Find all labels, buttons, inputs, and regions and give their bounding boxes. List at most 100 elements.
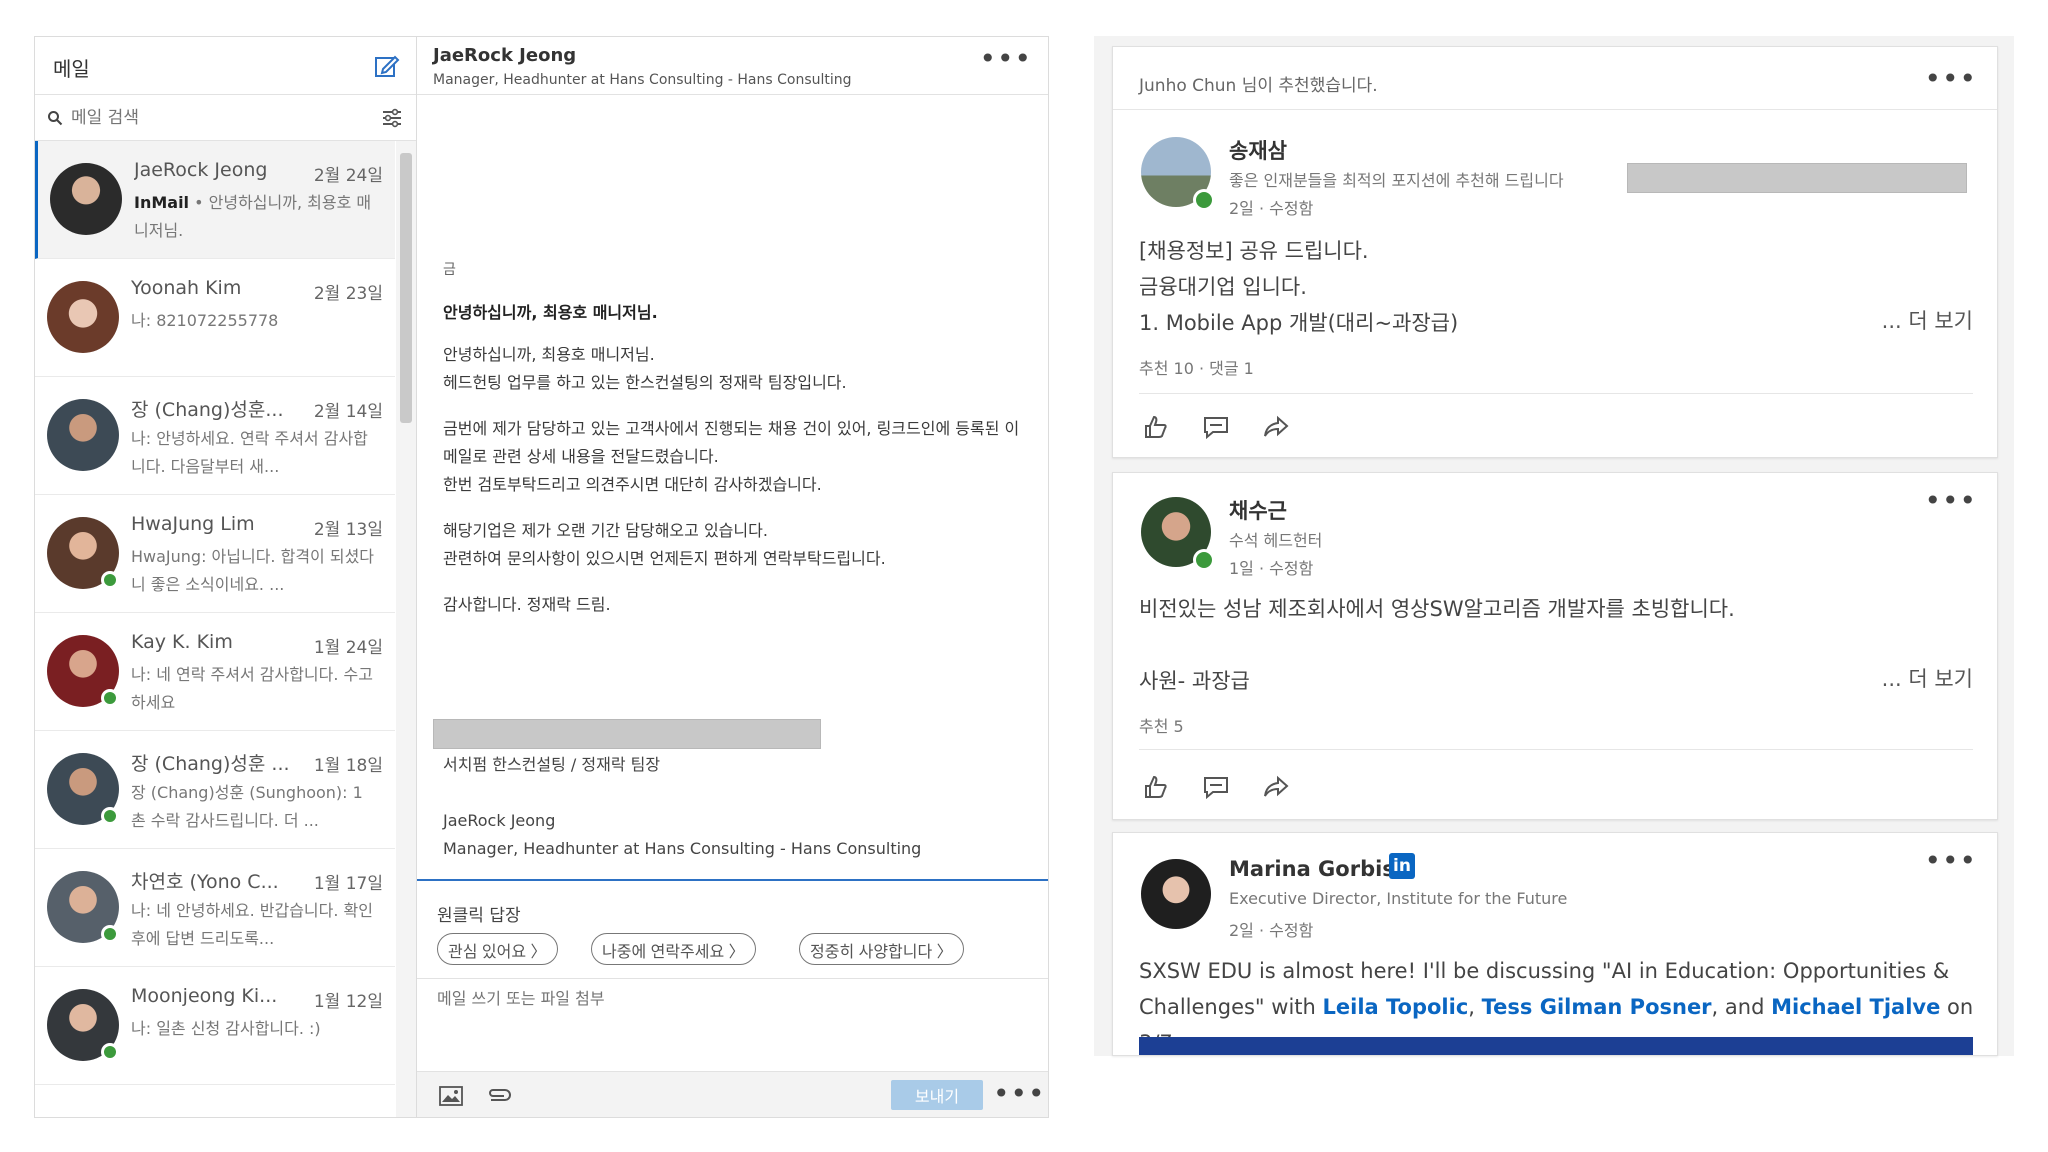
scroll-thumb[interactable]: [400, 153, 412, 423]
paperclip-icon[interactable]: [485, 1086, 513, 1106]
detail-header: JaeRock Jeong Manager, Headhunter at Han…: [417, 37, 1048, 95]
comment-icon[interactable]: [1203, 415, 1229, 439]
conversation-item[interactable]: 장 (Chang)성훈 ... 1월 18일 장 (Chang)성훈 (Sung…: [35, 731, 395, 849]
share-icon[interactable]: [1263, 775, 1289, 799]
conversation-item[interactable]: 장 (Chang)성훈... 2월 14일 나: 안녕하세요. 연락 주셔서 감…: [35, 377, 395, 495]
conversation-name: Yoonah Kim: [131, 277, 242, 299]
conversation-name: Kay K. Kim: [131, 631, 233, 653]
message-paragraph: 안녕하십니까, 최용호 매니저님. 헤드헌팅 업무를 하고 있는 한스컨설팅의 …: [443, 345, 847, 392]
compose-more-icon[interactable]: •••: [993, 1080, 1046, 1108]
post-stats[interactable]: 추천 10 · 댓글 1: [1139, 355, 1254, 379]
conversation-item[interactable]: HwaJung Lim 2월 13일 HwaJung: 아닙니다. 합격이 되셨…: [35, 495, 395, 613]
post-stats[interactable]: 추천 5: [1139, 713, 1184, 737]
post-author[interactable]: 채수근: [1229, 495, 1287, 525]
conversation-name: 장 (Chang)성훈...: [131, 399, 284, 421]
conversation-item[interactable]: Yoonah Kim 2월 23일 나: 821072255778: [35, 259, 395, 377]
search-icon: [48, 111, 63, 126]
quick-reply-later[interactable]: 나중에 연락주세요 〉: [591, 933, 756, 965]
post-text-segment: ,: [1468, 995, 1482, 1019]
search-bar: [35, 95, 416, 141]
divider: [1113, 109, 1997, 110]
online-status-icon: [101, 1043, 119, 1061]
see-more-link[interactable]: ... 더 보기: [1882, 305, 1973, 335]
quick-reply-label: 원클릭 답장: [437, 906, 521, 926]
conversation-date: 1월 17일: [313, 874, 383, 894]
image-attach-icon[interactable]: [439, 1086, 463, 1106]
message-body: 안녕하십니까, 최용호 매니저님. 안녕하십니까, 최용호 매니저님. 헤드헌팅…: [443, 299, 1023, 631]
filter-icon[interactable]: [382, 108, 402, 128]
mention-link[interactable]: Leila Topolic: [1323, 995, 1469, 1019]
post-author-headline: Executive Director, Institute for the Fu…: [1229, 889, 1568, 908]
linkedin-influencer-icon: in: [1389, 853, 1415, 879]
messaging-header: 메일: [35, 37, 416, 95]
avatar: [50, 163, 122, 235]
more-options-icon[interactable]: •••: [979, 45, 1032, 73]
feed-post: ••• 채수근 수석 헤드헌터 1일 · 수정함 비전있는 성남 제조회사에서 …: [1112, 472, 1998, 820]
mention-link[interactable]: Tess Gilman Posner: [1482, 995, 1712, 1019]
share-icon[interactable]: [1263, 415, 1289, 439]
message-paragraph: 금번에 제가 담당하고 있는 고객사에서 진행되는 채용 건이 있어, 링크드인…: [443, 419, 1020, 494]
search-input[interactable]: [71, 102, 361, 134]
post-text-line: 비전있는 성남 제조회사에서 영상SW알고리즘 개발자를 초빙합니다.: [1139, 597, 1735, 621]
detail-sender-headline: Manager, Headhunter at Hans Consulting -…: [433, 72, 852, 88]
post-author[interactable]: 송재삼: [1229, 135, 1287, 165]
online-status-icon: [101, 807, 119, 825]
post-time: 2일 · 수정함: [1229, 921, 1314, 940]
conversation-date: 1월 24일: [313, 638, 383, 658]
online-status-icon: [101, 571, 119, 589]
post-media-preview[interactable]: [1139, 1037, 1973, 1055]
conversation-name: 차연호 (Yono C...: [131, 871, 279, 893]
comment-icon[interactable]: [1203, 775, 1229, 799]
conversation-item[interactable]: Kay K. Kim 1월 24일 나: 네 연락 주셔서 감사합니다. 수고하…: [35, 613, 395, 731]
post-time: 2일 · 수정함: [1229, 199, 1314, 218]
conversation-name: HwaJung Lim: [131, 513, 255, 535]
post-more-icon[interactable]: •••: [1924, 487, 1977, 515]
avatar: [47, 281, 119, 353]
detail-sender-name[interactable]: JaeRock Jeong: [433, 45, 576, 66]
post-text-line: 금융대기업 입니다.: [1139, 275, 1307, 299]
like-icon[interactable]: [1143, 775, 1169, 799]
conversation-date: 1월 12일: [313, 992, 383, 1012]
redacted-block: [1627, 163, 1967, 193]
signature-name: JaeRock Jeong: [443, 811, 556, 830]
compose-icon[interactable]: [374, 53, 400, 79]
conversation-item[interactable]: JaeRock Jeong 2월 24일 InMail • 안녕하십니까, 최용…: [35, 141, 395, 259]
divider: [1139, 749, 1973, 750]
avatar: [47, 399, 119, 471]
signature-title: Manager, Headhunter at Hans Consulting -…: [443, 839, 922, 858]
send-button[interactable]: 보내기: [891, 1080, 983, 1110]
conversation-date: 2월 14일: [313, 402, 383, 422]
conversation-name: Moonjeong Ki...: [131, 985, 278, 1007]
post-more-icon[interactable]: •••: [1924, 65, 1977, 93]
online-status-icon: [1193, 549, 1215, 571]
post-author-headline: 수석 헤드헌터: [1229, 531, 1323, 550]
message-subject: 안녕하십니까, 최용호 매니저님.: [443, 303, 658, 322]
redacted-block: [433, 719, 821, 749]
messaging-title: 메일: [53, 57, 90, 81]
conversation-scrollbar[interactable]: [396, 141, 416, 1117]
message-paragraph: 해당기업은 제가 오랜 기간 담당해오고 있습니다. 관련하여 문의사항이 있으…: [443, 521, 886, 568]
post-more-icon[interactable]: •••: [1924, 847, 1977, 875]
message-compose-input[interactable]: [437, 989, 1037, 1008]
conversation-item[interactable]: 차연호 (Yono C... 1월 17일 나: 네 안녕하세요. 반갑습니다.…: [35, 849, 395, 967]
conversation-snippet: 나: 일촌 신청 감사합니다. :): [131, 1019, 321, 1038]
signature-company: 서치펌 한스컨설팅 / 정재락 팀장: [443, 755, 661, 774]
feed-post: Junho Chun 님이 추천했습니다. ••• 송재삼 좋은 인재분들을 최…: [1112, 46, 1998, 458]
quick-reply-section: 원클릭 답장 관심 있어요 〉 나중에 연락주세요 〉 정중히 사양합니다 〉: [417, 879, 1048, 979]
conversation-date: 2월 24일: [313, 166, 383, 186]
conversation-item[interactable]: Moonjeong Ki... 1월 12일 나: 일촌 신청 감사합니다. :…: [35, 967, 395, 1085]
online-status-icon: [1193, 189, 1215, 211]
conversation-list: JaeRock Jeong 2월 24일 InMail • 안녕하십니까, 최용…: [35, 141, 395, 1117]
post-text-line: 사원- 과장급: [1139, 669, 1250, 693]
mention-link[interactable]: Michael Tjalve: [1771, 995, 1940, 1019]
conversation-date: 2월 13일: [313, 520, 383, 540]
conversation-name: JaeRock Jeong: [134, 159, 268, 181]
like-icon[interactable]: [1143, 415, 1169, 439]
see-more-link[interactable]: ... 더 보기: [1882, 663, 1973, 693]
feed-post: ••• Marina Gorbis in Executive Director,…: [1112, 832, 1998, 1056]
quick-reply-interested[interactable]: 관심 있어요 〉: [437, 933, 558, 965]
quick-reply-decline[interactable]: 정중히 사양합니다 〉: [799, 933, 964, 965]
post-time: 1일 · 수정함: [1229, 559, 1314, 578]
post-author[interactable]: Marina Gorbis: [1229, 857, 1395, 881]
avatar[interactable]: [1141, 859, 1211, 929]
